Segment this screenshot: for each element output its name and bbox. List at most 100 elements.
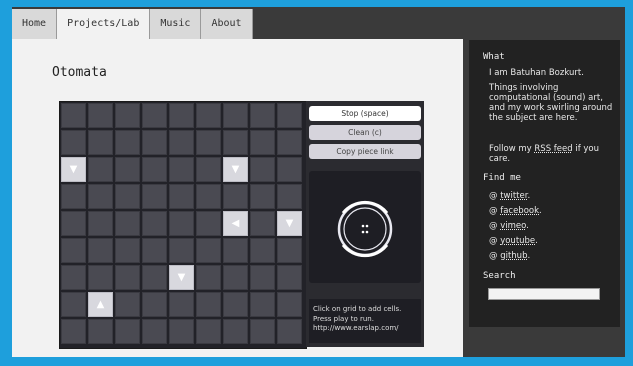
grid-cell[interactable] — [115, 157, 140, 182]
link-twitter[interactable]: @ twitter. — [489, 191, 530, 201]
grid-cell[interactable] — [196, 130, 221, 155]
tab-home[interactable]: Home — [12, 9, 58, 39]
grid-cell[interactable] — [196, 103, 221, 128]
grid-cell[interactable] — [142, 265, 167, 290]
grid-cell[interactable] — [142, 319, 167, 344]
grid-cell[interactable] — [196, 184, 221, 209]
grid-cell[interactable] — [196, 319, 221, 344]
grid-cell[interactable] — [250, 157, 275, 182]
grid-cell[interactable] — [277, 319, 302, 344]
grid-cell[interactable] — [61, 103, 86, 128]
grid-cell[interactable] — [250, 319, 275, 344]
grid-cell[interactable] — [223, 265, 248, 290]
grid-cell[interactable] — [250, 103, 275, 128]
grid-cell[interactable] — [142, 211, 167, 236]
grid-cell[interactable] — [88, 211, 113, 236]
grid-cell[interactable] — [115, 103, 140, 128]
grid-cell[interactable] — [142, 130, 167, 155]
grid-cell[interactable] — [250, 130, 275, 155]
grid-cell[interactable] — [250, 292, 275, 317]
grid-cell[interactable] — [169, 130, 194, 155]
grid-cell[interactable] — [277, 130, 302, 155]
grid-cell[interactable] — [61, 292, 86, 317]
grid-cell[interactable] — [223, 130, 248, 155]
grid-cell[interactable] — [223, 292, 248, 317]
tab-music[interactable]: Music — [150, 9, 202, 39]
piece-up-arrow-icon[interactable]: ▲ — [88, 292, 113, 317]
twitter-link[interactable]: twitter — [500, 191, 527, 201]
grid-cell[interactable] — [169, 238, 194, 263]
clean-button[interactable]: Clean (c) — [309, 125, 421, 140]
grid-cell[interactable] — [223, 319, 248, 344]
grid-cell[interactable] — [169, 319, 194, 344]
link-facebook[interactable]: @ facebook. — [489, 206, 542, 216]
grid-cell[interactable] — [115, 265, 140, 290]
grid-cell[interactable] — [142, 292, 167, 317]
grid-cell[interactable] — [223, 238, 248, 263]
grid-cell[interactable] — [61, 184, 86, 209]
piece-down-arrow-icon[interactable]: ▼ — [61, 157, 86, 182]
grid-cell[interactable] — [115, 184, 140, 209]
grid-cell[interactable] — [196, 211, 221, 236]
github-link[interactable]: github — [500, 251, 527, 261]
grid-cell[interactable] — [142, 103, 167, 128]
piece-left-arrow-icon[interactable]: ◀ — [223, 211, 248, 236]
grid-cell[interactable] — [61, 238, 86, 263]
piece-down-arrow-icon[interactable]: ▼ — [223, 157, 248, 182]
facebook-link[interactable]: facebook — [500, 206, 539, 216]
grid-cell[interactable] — [88, 157, 113, 182]
grid-cell[interactable] — [196, 157, 221, 182]
piece-down-arrow-icon[interactable]: ▼ — [277, 211, 302, 236]
grid-cell[interactable] — [88, 184, 113, 209]
stop-button[interactable]: Stop (space) — [309, 106, 421, 121]
grid-cell[interactable] — [142, 157, 167, 182]
link-youtube[interactable]: @ youtube. — [489, 236, 538, 246]
grid-cell[interactable] — [196, 265, 221, 290]
grid-cell[interactable] — [142, 238, 167, 263]
grid-cell[interactable] — [277, 292, 302, 317]
grid-cell[interactable] — [61, 211, 86, 236]
grid-cell[interactable] — [277, 184, 302, 209]
copy-piece-link-button[interactable]: Copy piece link — [309, 144, 421, 159]
grid-cell[interactable] — [223, 184, 248, 209]
grid-cell[interactable] — [277, 157, 302, 182]
grid-cell[interactable] — [88, 265, 113, 290]
rss-feed-link[interactable]: RSS feed — [534, 144, 572, 154]
grid-cell[interactable] — [277, 238, 302, 263]
grid-cell[interactable] — [169, 103, 194, 128]
link-github[interactable]: @ github. — [489, 251, 530, 261]
otomata-grid[interactable]: ▼ ▼ ◀ ▼ ▼ ▲ — [59, 101, 307, 349]
piece-down-arrow-icon[interactable]: ▼ — [169, 265, 194, 290]
grid-cell[interactable] — [277, 103, 302, 128]
grid-cell[interactable] — [115, 319, 140, 344]
grid-cell[interactable] — [88, 238, 113, 263]
grid-cell[interactable] — [88, 103, 113, 128]
tab-about[interactable]: About — [201, 9, 253, 39]
grid-cell[interactable] — [196, 238, 221, 263]
grid-cell[interactable] — [115, 211, 140, 236]
grid-cell[interactable] — [250, 265, 275, 290]
grid-cell[interactable] — [250, 184, 275, 209]
grid-cell[interactable] — [169, 157, 194, 182]
grid-cell[interactable] — [61, 265, 86, 290]
vimeo-link[interactable]: vimeo — [500, 221, 526, 231]
youtube-link[interactable]: youtube — [500, 236, 535, 246]
search-input[interactable] — [488, 288, 600, 300]
grid-cell[interactable] — [88, 319, 113, 344]
grid-cell[interactable] — [115, 292, 140, 317]
grid-cell[interactable] — [277, 265, 302, 290]
grid-cell[interactable] — [169, 211, 194, 236]
grid-cell[interactable] — [115, 130, 140, 155]
grid-cell[interactable] — [115, 238, 140, 263]
grid-cell[interactable] — [142, 184, 167, 209]
grid-cell[interactable] — [169, 292, 194, 317]
grid-cell[interactable] — [250, 211, 275, 236]
link-vimeo[interactable]: @ vimeo. — [489, 221, 529, 231]
grid-cell[interactable] — [88, 130, 113, 155]
grid-cell[interactable] — [61, 130, 86, 155]
grid-cell[interactable] — [223, 103, 248, 128]
grid-cell[interactable] — [250, 238, 275, 263]
grid-cell[interactable] — [169, 184, 194, 209]
help-link[interactable]: http://www.earslap.com/ — [313, 324, 417, 334]
grid-cell[interactable] — [61, 319, 86, 344]
